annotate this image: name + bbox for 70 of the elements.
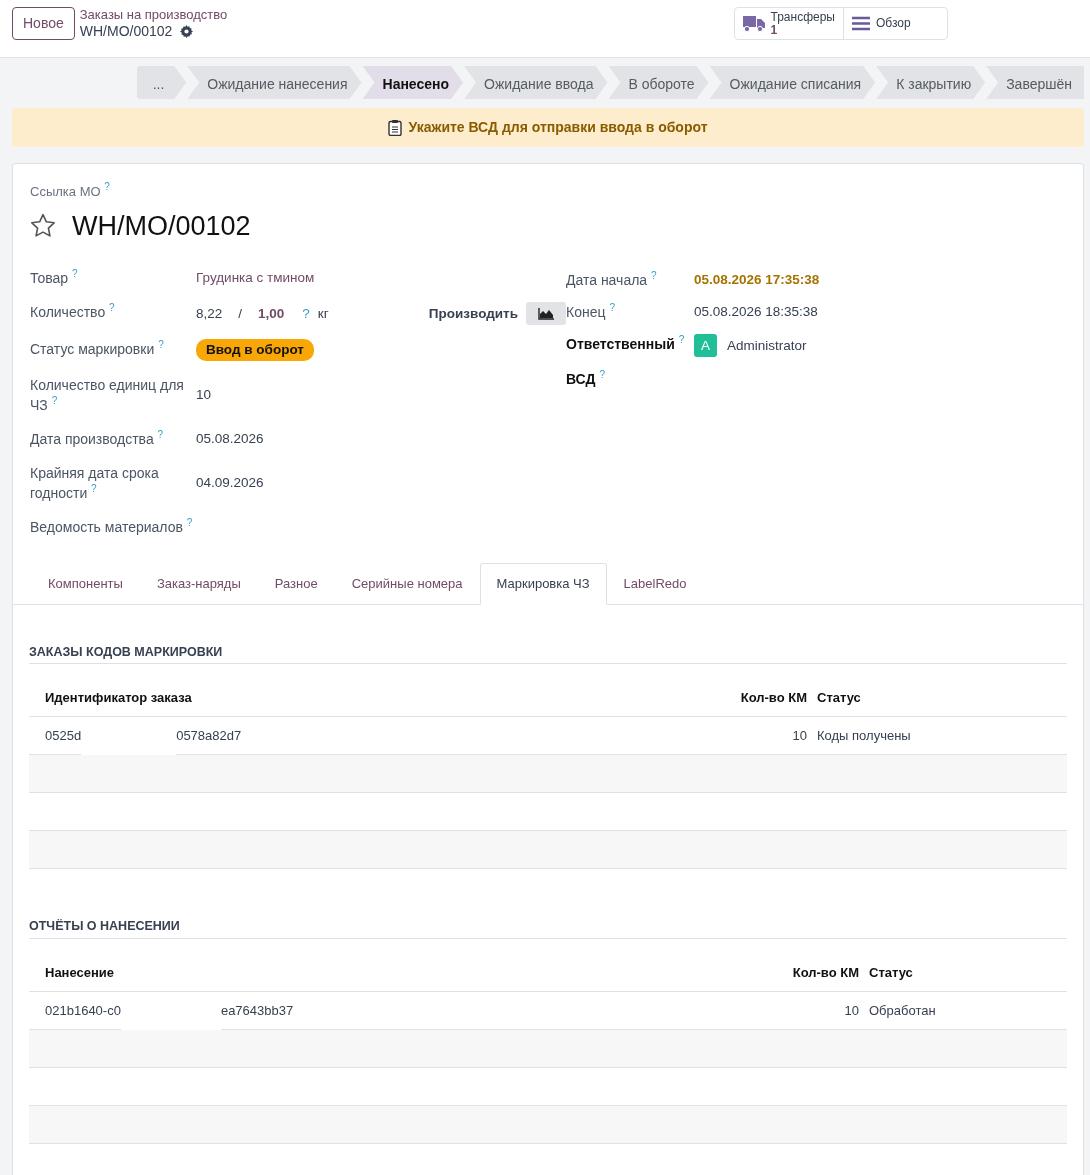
- status-badge: Ввод в оборот: [196, 339, 314, 361]
- table-cell-text: 10: [792, 727, 808, 745]
- section-title: ЗАКАЗЫ КОДОВ МАРКИРОВКИ: [29, 604, 1067, 665]
- area-chart-icon: [538, 308, 554, 321]
- field-label: Ссылка МО $^{?}$: [30, 184, 110, 199]
- smart-button[interactable]: Обзор: [843, 8, 947, 39]
- record-title: WH/MO/00102: [72, 209, 251, 243]
- chart-button[interactable]: [526, 302, 566, 325]
- unit-text: кг: [317, 304, 329, 323]
- field-label: Ответственный $^{?}$: [566, 334, 686, 354]
- table-cell-text: 10: [844, 1001, 860, 1020]
- column-header: Кол-во КМ: [792, 963, 860, 982]
- quantity-value: 8,22: [196, 304, 223, 323]
- product-link[interactable]: Грудинка с тмином: [196, 268, 315, 288]
- field-label: Дата производства $^{?}$: [30, 429, 165, 449]
- field-label: ВСД $^{?}$: [566, 369, 606, 389]
- tab[interactable]: Заказ-наряды: [139, 563, 258, 605]
- field-label: Товар $^{?}$: [30, 268, 79, 288]
- produce-label: Производить: [428, 304, 518, 323]
- status-step[interactable]: К закрытию: [876, 66, 986, 99]
- breadcrumb-current: WH/MO/00102: [79, 22, 173, 40]
- alert-text: Укажите ВСД для отправки ввода в оборот: [408, 118, 708, 137]
- status-step[interactable]: Ожидание нанесения: [187, 66, 362, 99]
- column-header: Нанесение: [45, 963, 115, 982]
- tab[interactable]: Маркировка ЧЗ: [479, 563, 607, 605]
- status-step[interactable]: Завершён: [986, 66, 1084, 99]
- quantity-field[interactable]: 1,00: [258, 303, 285, 324]
- field-label: Дата начала $^{?}$: [566, 270, 658, 290]
- avatar-icon: A: [694, 334, 717, 357]
- status-step[interactable]: Ожидание ввода: [464, 66, 608, 99]
- field-label: Статус маркировки $^{?}$: [30, 339, 165, 359]
- field-value: 04.09.2026: [196, 474, 264, 492]
- order-id-text: 0525d: [45, 727, 82, 745]
- field-value: 05.08.2026: [196, 430, 264, 448]
- field-value: 05.08.2026 17:35:38: [694, 271, 820, 289]
- field-value: 10: [196, 386, 212, 404]
- field-label: Конец $^{?}$: [566, 302, 616, 322]
- section-title: ОТЧЁТЫ О НАНЕСЕНИИ: [29, 879, 1067, 939]
- order-id-text: 021b1640-c0: [45, 1001, 121, 1020]
- smart-button[interactable]: Трансферы 1: [734, 8, 843, 39]
- order-id-text: ea7643bb37: [220, 1001, 294, 1020]
- breadcrumb-link[interactable]: Заказы на производство: [79, 7, 228, 22]
- tab[interactable]: LabelRedo: [606, 563, 704, 605]
- order-id-text: 0578a82d7: [176, 727, 242, 745]
- field-label: Крайняя дата срока годности $^{?}$: [30, 464, 160, 503]
- tab[interactable]: Серийные номера: [334, 563, 480, 605]
- tab[interactable]: Разное: [257, 563, 335, 605]
- status-step[interactable]: Нанесено: [362, 66, 464, 99]
- column-header: Идентификатор заказа: [45, 688, 192, 707]
- field-label: Количество $^{?}$: [30, 302, 116, 322]
- star-icon[interactable]: [30, 213, 56, 239]
- table-cell-text: Обработан: [869, 1001, 937, 1020]
- separator-text: /: [238, 304, 243, 323]
- list-icon: [852, 16, 870, 31]
- user-name[interactable]: Administrator: [727, 335, 807, 356]
- column-header: Кол-во КМ: [740, 688, 808, 707]
- truck-icon: [742, 15, 765, 32]
- status-step[interactable]: Ожидание списания: [709, 66, 876, 99]
- new-button[interactable]: Новое: [12, 7, 75, 40]
- column-header: Статус: [869, 963, 914, 982]
- column-header: Статус: [817, 688, 862, 707]
- status-step[interactable]: ...: [136, 66, 187, 99]
- field-value: 05.08.2026 18:35:38: [694, 303, 818, 321]
- gear-icon[interactable]: [180, 24, 194, 38]
- clipboard-icon: [388, 119, 403, 136]
- tab[interactable]: Компоненты: [31, 563, 140, 605]
- table-cell-text: Коды получены: [817, 727, 912, 745]
- field-label: Количество единиц для ЧЗ $^{?}$: [30, 376, 185, 415]
- status-step[interactable]: В обороте: [608, 66, 709, 99]
- field-label: Ведомость материалов $^{?}$: [30, 517, 194, 537]
